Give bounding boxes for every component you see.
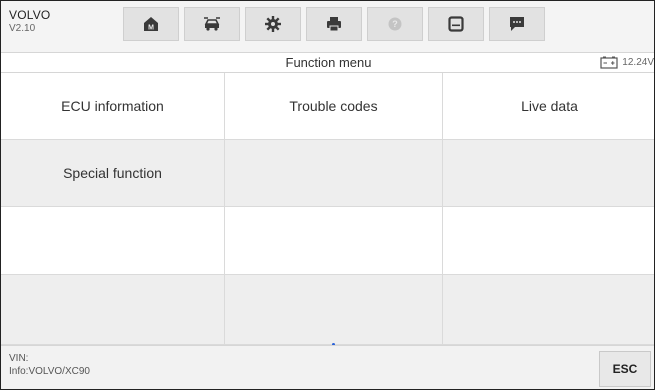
print-button[interactable] <box>306 7 362 41</box>
menu-cell-empty <box>443 140 654 207</box>
home-icon: M <box>144 17 158 32</box>
message-icon <box>510 17 524 31</box>
save-icon <box>448 16 464 32</box>
top-toolbar: VOLVO V2.10 M ? <box>1 1 654 53</box>
menu-cell-empty <box>443 275 654 345</box>
menu-item-special-function[interactable]: Special function <box>1 140 225 207</box>
save-button[interactable] <box>428 7 484 41</box>
help-icon: ? <box>388 17 402 31</box>
settings-button[interactable] <box>245 7 301 41</box>
battery-status: 12.24V <box>600 56 654 69</box>
menu-cell-empty <box>1 207 225 275</box>
svg-text:M: M <box>148 25 154 32</box>
menu-cell-empty <box>443 207 654 275</box>
menu-cell-empty <box>225 275 443 345</box>
vehicle-info-text: Info:VOLVO/XC90 <box>9 366 90 377</box>
svg-text:?: ? <box>392 19 398 29</box>
home-button[interactable]: M <box>123 7 179 41</box>
brand-name: VOLVO <box>9 8 51 22</box>
vehicle-brand: VOLVO V2.10 <box>9 8 50 36</box>
diagnostic-screen: VOLVO V2.10 M ? Function menu 12.24V ECU… <box>0 0 655 390</box>
vin-label: VIN: <box>9 353 29 364</box>
battery-voltage: 12.24V <box>622 57 654 68</box>
title-bar: Function menu 12.24V <box>1 53 654 73</box>
esc-button[interactable]: ESC <box>599 351 651 387</box>
vehicle-info: VIN: Info:VOLVO/XC90 <box>9 352 90 378</box>
battery-icon <box>600 56 618 69</box>
help-button[interactable]: ? <box>367 7 423 41</box>
footer-bar: VIN: Info:VOLVO/XC90 ESC <box>1 345 654 389</box>
printer-icon <box>327 17 341 32</box>
vehicle-swap-icon <box>204 17 220 31</box>
function-menu-grid: ECU information Trouble codes Live data … <box>1 73 654 345</box>
software-version: V2.10 <box>9 23 36 34</box>
gear-icon <box>265 16 281 32</box>
menu-item-ecu-information[interactable]: ECU information <box>1 73 225 140</box>
menu-cell-empty <box>1 275 225 345</box>
menu-cell-empty <box>225 207 443 275</box>
vehicle-swap-button[interactable] <box>184 7 240 41</box>
page-title: Function menu <box>285 55 372 70</box>
message-button[interactable] <box>489 7 545 41</box>
menu-cell-empty <box>225 140 443 207</box>
menu-item-trouble-codes[interactable]: Trouble codes <box>225 73 443 140</box>
menu-item-live-data[interactable]: Live data <box>443 73 654 140</box>
